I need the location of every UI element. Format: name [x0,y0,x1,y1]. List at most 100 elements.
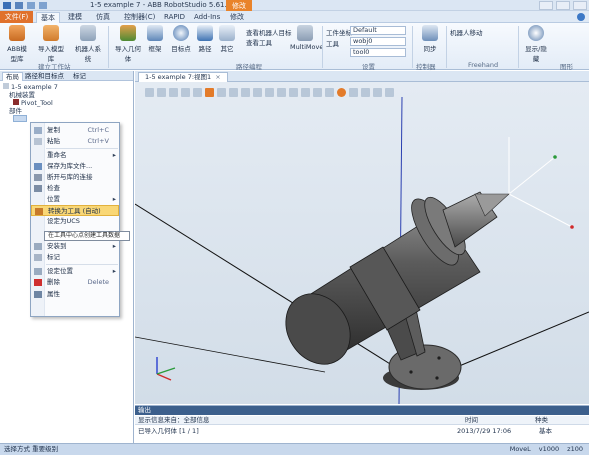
menu-item-properties[interactable]: 属性 [31,289,119,300]
document-tabs: 1-5 example 7:视图1 × [135,71,589,82]
output-panel: 输出 显示信息来自：全部信息 时间 种类 已导入几何体 [1 / 1] 2013… [135,405,589,443]
sync-icon [422,25,438,41]
tab-rapid[interactable]: RAPID [160,12,189,23]
3d-viewport[interactable] [135,82,589,404]
other-button[interactable]: 其它 [218,25,236,53]
group-label-controller: 控制器 [416,63,436,71]
menu-item-examine[interactable]: 检查 [31,183,119,194]
view-robot-targets[interactable]: 查看机器人目标 [246,27,292,37]
show-hide-button[interactable]: 显示/隐藏 [522,25,550,63]
tool-combo[interactable]: tool0 [350,48,406,57]
abb-library-button[interactable]: ABB模型库 [4,25,30,63]
output-row[interactable]: 已导入几何体 [1 / 1] 2013/7/29 17:06 基本 [135,427,589,436]
station-icon [3,83,9,89]
tab-modeling[interactable]: 建模 [64,12,86,23]
move-instruction[interactable]: MoveL [510,444,531,455]
menu-item-mark[interactable]: 标记 [31,252,119,263]
window-title: 1-5 example 7 - ABB RobotStudio 5.61.01 [90,1,236,9]
tab-modify[interactable]: 修改 [226,12,248,23]
other-icon [219,25,235,41]
save-icon[interactable] [15,2,23,9]
ribbon-separator [108,26,109,68]
column-time[interactable]: 时间 [465,416,478,425]
part-icon [13,115,27,122]
import-geometry-button[interactable]: 导入几何体 [112,25,144,63]
menu-item-paste[interactable]: 粘贴 Ctrl+V [31,136,119,147]
file-tab[interactable]: 文件(F) [0,11,33,23]
mark-icon [34,254,42,261]
tree-item-station[interactable]: 1-5 example 7 [3,83,58,91]
tab-paths-targets[interactable]: 路径和目标点 [22,72,67,81]
tooltip: 在工具中心点创建工具数据 [44,231,130,241]
tab-tags[interactable]: 标记 [70,72,89,81]
help-icon[interactable] [577,13,585,21]
import-library-button[interactable]: 导入模型库 [36,25,66,63]
base-bolt [435,376,439,380]
speed-setting[interactable]: v1000 [539,444,559,455]
menu-item-disconnect-library[interactable]: 断开与库的连接 [31,172,119,183]
menu-item-set-position[interactable]: 设定位置 ▸ [31,266,119,277]
target-button[interactable]: 目标点 [170,25,192,53]
menu-item-position[interactable]: 位置 ▸ [31,194,119,205]
menu-item-set-ucs[interactable]: 设定为UCS [31,216,119,227]
triad-y-axis [156,367,176,375]
group-label-graphics: 图形 [560,63,573,71]
close-icon[interactable]: × [215,73,220,81]
triad-x-axis [156,373,172,381]
minimize-button[interactable] [539,1,553,10]
status-text: 选择方式 重要级别 [4,445,59,453]
ribbon-separator [412,26,413,68]
floor-line [439,311,589,375]
sync-button[interactable]: 同步 [418,25,442,53]
target-icon [173,25,189,41]
tree-item-parts[interactable]: 部件 [3,107,58,115]
multimove-icon [297,25,313,41]
tab-simulation[interactable]: 仿真 [92,12,114,23]
tab-controller[interactable]: 控制器(C) [120,12,159,23]
tcp-y-axis [508,156,556,195]
tcp-y-marker [553,155,557,159]
menu-item-delete[interactable]: 删除 Delete [31,277,119,288]
menu-item-save-as-library[interactable]: 保存为库文件... [31,161,119,172]
status-bar: 选择方式 重要级别 MoveL v1000 z100 [0,443,589,455]
path-button[interactable]: 路径 [196,25,214,53]
tab-layout[interactable]: 布局 [2,72,23,81]
column-category[interactable]: 种类 [535,416,548,425]
workobject-combo[interactable]: wobj0 [350,37,406,46]
paste-icon [34,138,42,145]
tree-item-pivot-tool[interactable]: Pivot_Tool [3,99,58,107]
view-tab[interactable]: 1-5 example 7:视图1 × [138,72,228,82]
tab-addins[interactable]: Add-Ins [190,12,224,23]
tcp-x-axis [508,193,573,228]
tab-home[interactable]: 基本 [36,12,60,23]
save-library-icon [34,163,42,170]
menu-item-convert-to-tool[interactable]: 转换为工具 (自动) [31,205,119,216]
submenu-arrow-icon: ▸ [112,151,116,159]
delete-icon [34,279,42,286]
workobject-label: 工件坐标 [326,29,352,37]
menu-item-rename[interactable]: 重命名 ▸ [31,150,119,161]
menu-separator [46,264,118,265]
view-tools[interactable]: 查看工具 [246,37,272,47]
library-icon [43,25,59,41]
frame-icon [147,25,163,41]
close-button[interactable] [573,1,587,10]
freehand-select[interactable]: 机器人移动 [450,27,483,37]
robot-system-button[interactable]: 机器人系统 [72,25,104,63]
disconnect-icon [34,174,42,181]
tree-item-mechanisms[interactable]: 机械装置 [3,91,58,99]
redo-icon[interactable] [39,2,47,9]
undo-icon[interactable] [27,2,35,9]
frame-button[interactable]: 框架 [146,25,164,53]
maximize-button[interactable] [556,1,570,10]
title-bar: 1-5 example 7 - ABB RobotStudio 5.61.01 … [0,0,589,11]
group-label-build: 建立工作站 [38,63,71,71]
menu-item-attach[interactable]: 安装到 ▸ [31,241,119,252]
task-combo[interactable]: Default [350,26,406,35]
multimove-button[interactable]: MultiMove [290,25,323,51]
scene [135,96,589,404]
output-filter[interactable]: 显示信息来自：全部信息 [138,416,210,425]
menu-item-copy[interactable]: 复制 Ctrl+C [31,125,119,136]
zone-setting[interactable]: z100 [567,444,583,455]
robot-system-icon [80,25,96,41]
